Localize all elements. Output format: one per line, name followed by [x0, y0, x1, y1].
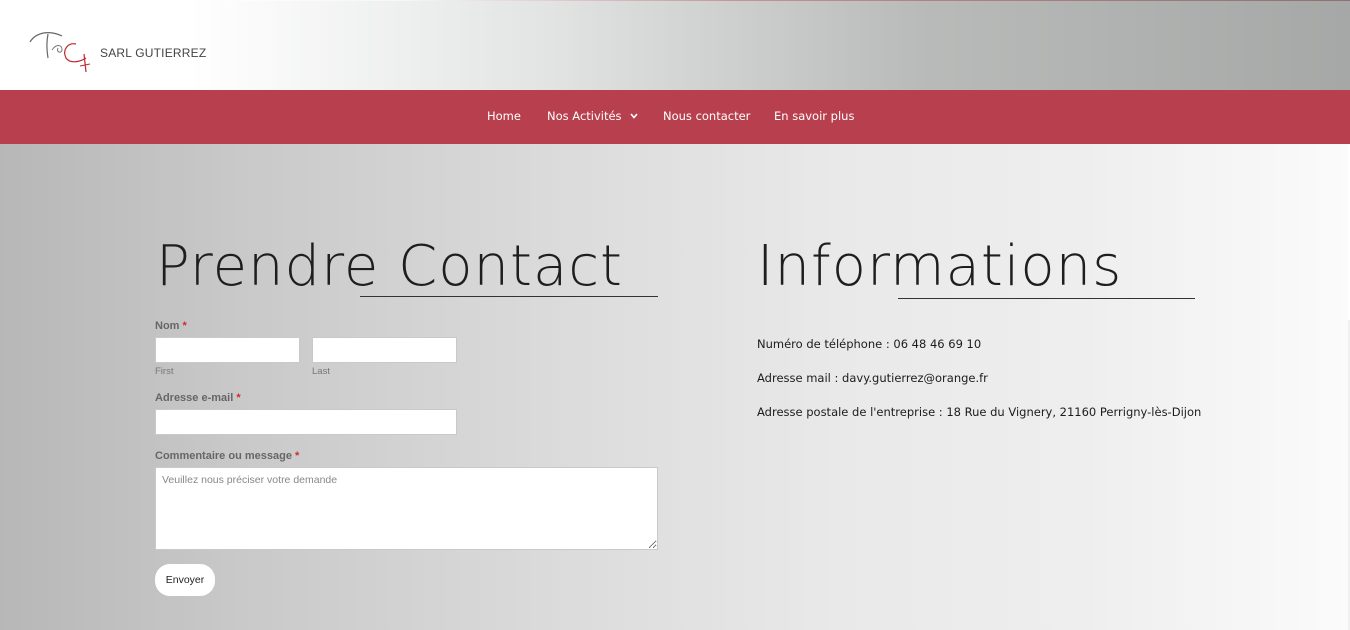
nav-nous-contacter-link[interactable]: Nous contacter — [663, 109, 750, 123]
nav-nos-activites-link[interactable]: Nos Activités — [547, 109, 622, 123]
email-label-text: Adresse e-mail — [155, 392, 234, 404]
phone-info: Numéro de téléphone : 06 48 46 69 10 — [757, 337, 982, 351]
last-sublabel: Last — [312, 366, 330, 377]
logo-icon[interactable] — [28, 28, 94, 76]
message-label-text: Commentaire ou message — [155, 450, 292, 462]
nav-home-link[interactable]: Home — [487, 109, 521, 123]
contact-title-underline — [360, 296, 658, 297]
submit-button[interactable]: Envoyer — [155, 564, 215, 596]
main-nav: Home Nos Activités Nous contacter En sav… — [0, 90, 1350, 144]
email-field[interactable] — [155, 409, 457, 435]
required-mark: * — [182, 320, 187, 332]
first-name-input[interactable] — [155, 337, 300, 363]
name-label-text: Nom — [155, 320, 180, 332]
email-label: Adresse e-mail * — [155, 392, 241, 404]
contact-title: Prendre Contact — [156, 234, 623, 299]
first-sublabel: First — [155, 366, 174, 377]
informations-title: Informations — [757, 234, 1123, 299]
message-label: Commentaire ou message * — [155, 450, 299, 462]
email-info: Adresse mail : davy.gutierrez@orange.fr — [757, 371, 988, 385]
chevron-down-icon[interactable] — [630, 113, 638, 119]
main-content — [0, 144, 1350, 630]
brand-name[interactable]: SARL GUTIERREZ — [100, 46, 206, 60]
name-label: Nom * — [155, 320, 187, 332]
header-top-line — [0, 0, 1350, 1]
contact-title-part2: Contact — [398, 234, 624, 299]
informations-title-underline — [898, 298, 1195, 299]
site-header: SARL GUTIERREZ — [0, 0, 1350, 90]
contact-title-part1: Prendre — [156, 234, 380, 299]
nav-en-savoir-plus-link[interactable]: En savoir plus — [774, 109, 854, 123]
last-name-input[interactable] — [312, 337, 457, 363]
required-mark: * — [236, 392, 241, 404]
message-textarea[interactable] — [155, 467, 658, 550]
address-info: Adresse postale de l'entreprise : 18 Rue… — [757, 405, 1202, 419]
required-mark: * — [295, 450, 300, 462]
